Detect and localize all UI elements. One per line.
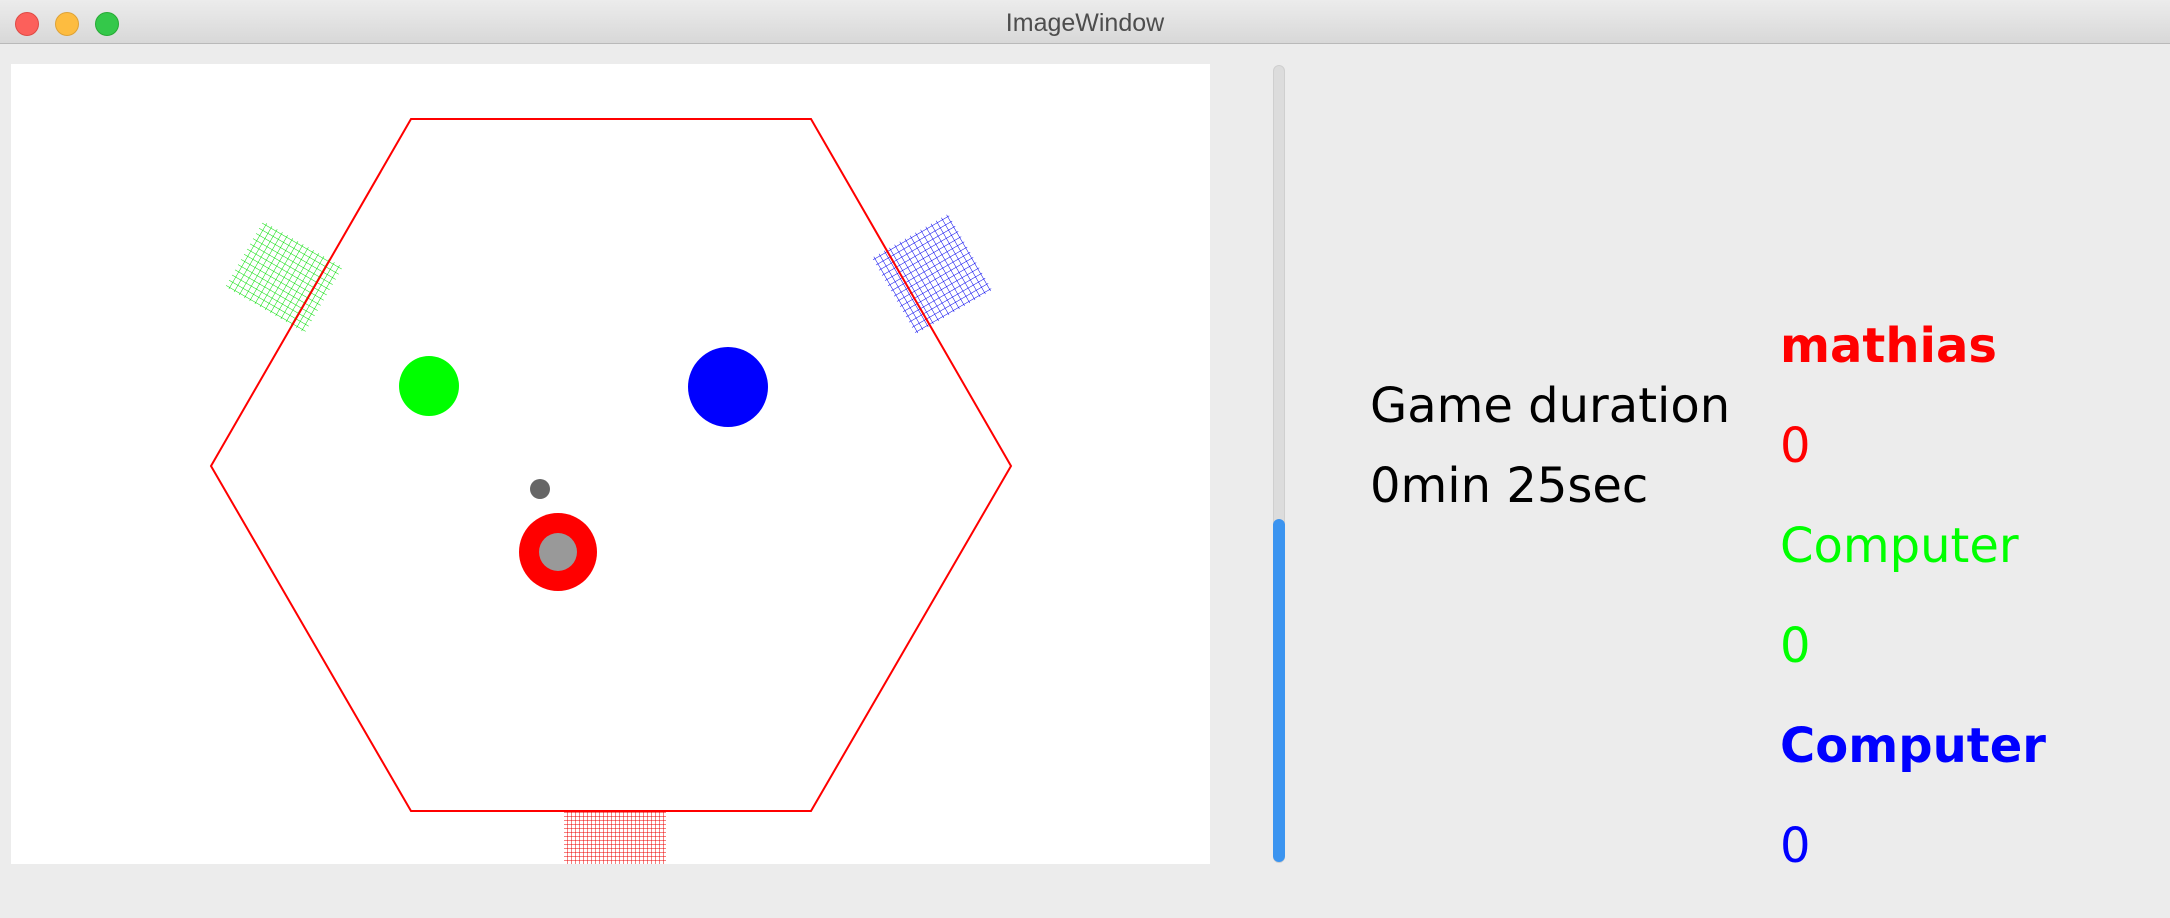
- hexagon-board: [209, 118, 1013, 812]
- game-duration-value: 0min 25sec: [1370, 458, 1649, 514]
- title-bar: ImageWindow: [0, 0, 2170, 44]
- goal-blue: [871, 213, 993, 335]
- player-2-name: Computer: [1780, 518, 2019, 574]
- game-duration-label: Game duration: [1370, 378, 1731, 434]
- player-2-score: 0: [1780, 618, 1811, 674]
- goal-red: [564, 810, 666, 864]
- paddle-green: [399, 356, 459, 416]
- goal-green: [225, 221, 343, 333]
- scrollbar-thumb[interactable]: [1273, 519, 1285, 862]
- player-1-name: mathias: [1780, 318, 1997, 374]
- paddle-blue: [688, 347, 768, 427]
- game-board-svg: [209, 118, 1013, 864]
- scoreboard: mathias 0 Computer 0 Computer 0: [1780, 318, 2046, 918]
- game-canvas[interactable]: [11, 64, 1210, 864]
- window-title: ImageWindow: [1005, 9, 1165, 37]
- player-3-score: 0: [1780, 818, 1811, 874]
- paddle-red-core: [539, 533, 577, 571]
- player-1-score: 0: [1780, 418, 1811, 474]
- ball: [530, 479, 550, 499]
- player-3-name: Computer: [1780, 718, 2046, 774]
